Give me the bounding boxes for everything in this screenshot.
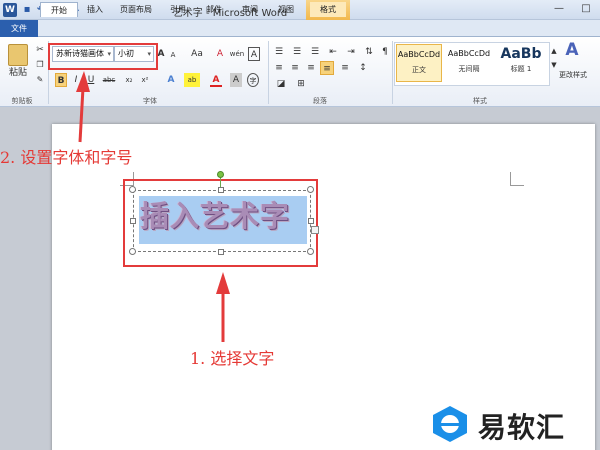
- annotation-arrows: [76, 71, 230, 342]
- arrow-up-icon: [78, 87, 85, 143]
- step-2-label: 2. 设置字体和字号: [0, 148, 133, 167]
- step-1-label: 1. 选择文字: [190, 349, 275, 368]
- arrow-up-icon: [76, 71, 90, 92]
- arrow-up-icon: [216, 272, 230, 294]
- brand-logo-icon: [433, 406, 467, 442]
- brand-watermark: 易软汇: [478, 411, 566, 444]
